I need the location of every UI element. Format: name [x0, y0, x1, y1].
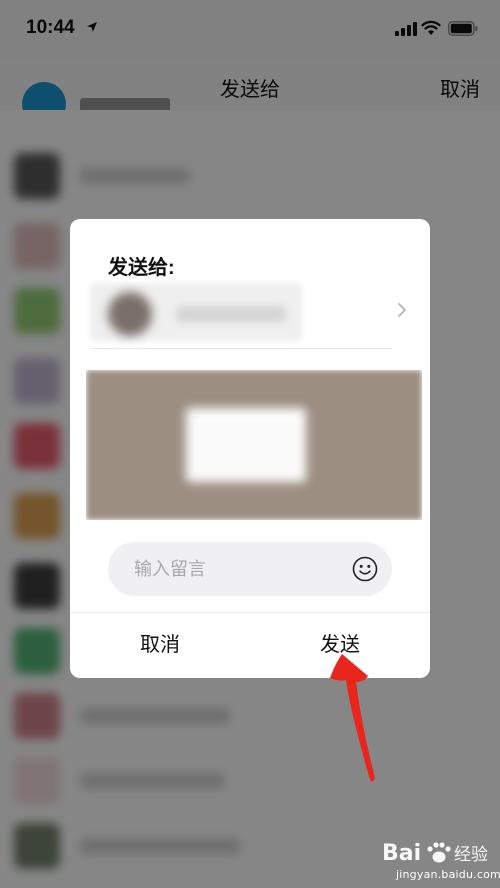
svg-text:Bai: Bai	[382, 841, 421, 866]
svg-text:经验: 经验	[454, 845, 488, 865]
dialog-title: 发送给:	[108, 257, 175, 279]
cancel-button[interactable]: 取消	[70, 613, 250, 678]
watermark-site: jingyan.baidu.com	[396, 868, 500, 881]
send-to-dialog: 发送给: 取消 发送	[70, 219, 430, 678]
annotation-arrow-icon	[330, 654, 375, 782]
watermark-logo: Bai 经验 jingyan.baidu.com	[382, 836, 500, 888]
divider	[90, 348, 392, 349]
recipient-name-blurred	[176, 306, 286, 322]
recipient-row[interactable]	[90, 279, 412, 349]
recipient-avatar	[108, 292, 152, 336]
shared-image-preview	[86, 370, 422, 520]
emoji-icon[interactable]	[352, 556, 378, 582]
chevron-right-icon	[398, 303, 406, 317]
message-input[interactable]	[108, 542, 392, 596]
